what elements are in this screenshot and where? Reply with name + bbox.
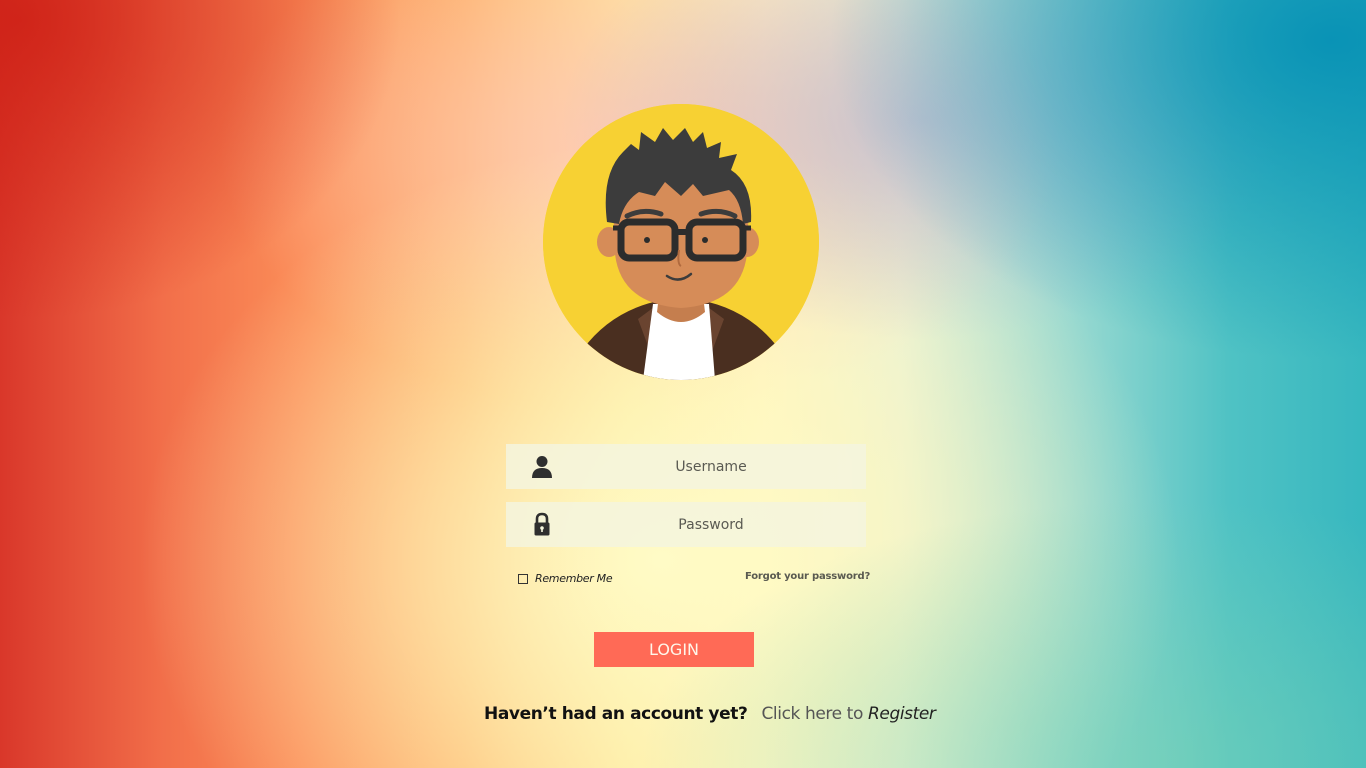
password-input[interactable] xyxy=(566,502,856,547)
user-avatar xyxy=(543,104,819,380)
lock-icon xyxy=(530,512,554,538)
register-prefix: Click here to xyxy=(761,704,863,724)
register-prompt: Haven’t had an account yet? Click here t… xyxy=(484,704,936,724)
user-icon xyxy=(530,454,554,480)
remember-me-label[interactable]: Remember Me xyxy=(535,572,613,585)
username-input[interactable] xyxy=(566,444,856,489)
password-field xyxy=(506,502,866,547)
remember-me: Remember Me xyxy=(518,572,613,585)
login-button[interactable]: LOGIN xyxy=(594,632,754,667)
register-question: Haven’t had an account yet? xyxy=(484,704,748,724)
forgot-password-link[interactable]: Forgot your password? xyxy=(745,571,870,582)
register-link[interactable]: Register xyxy=(868,704,936,724)
avatar-illustration-icon xyxy=(543,104,819,380)
remember-me-checkbox[interactable] xyxy=(518,573,528,584)
username-field xyxy=(506,444,866,489)
